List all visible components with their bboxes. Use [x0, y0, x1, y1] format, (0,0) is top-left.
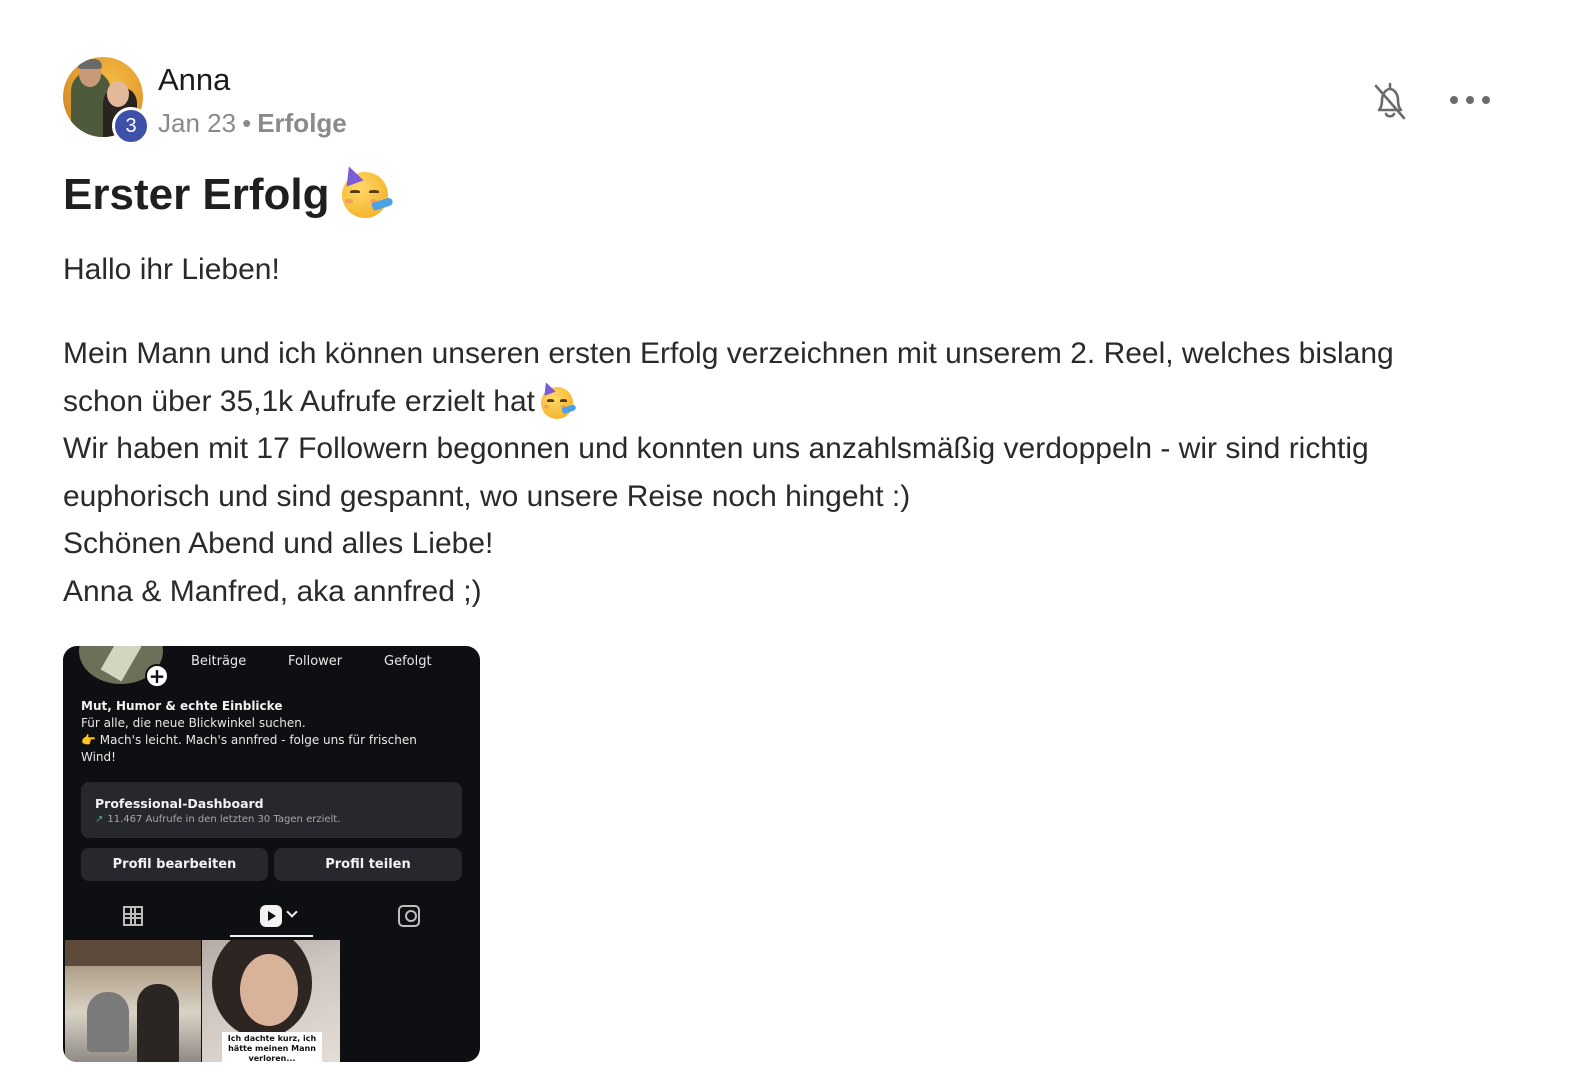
meta-separator: •	[242, 108, 252, 138]
body-line: schon über 35,1k Aufrufe erzielt hat	[63, 384, 535, 418]
ig-stat-followers: Follower	[288, 654, 342, 669]
ig-reel-thumbnail	[65, 940, 201, 1062]
tagged-icon	[398, 905, 420, 927]
body-line: Mein Mann und ich können unseren ersten …	[63, 337, 1394, 370]
author-avatar-group[interactable]: 3	[63, 57, 150, 145]
more-dot	[1466, 96, 1474, 104]
post-date: Jan 23	[158, 108, 237, 138]
attached-image[interactable]: + Beiträge Follower Gefolgt Mut, Humor &…	[63, 646, 480, 1062]
level-badge: 3	[112, 107, 150, 145]
post-category[interactable]: Erfolge	[257, 108, 347, 138]
more-dot	[1482, 96, 1490, 104]
chevron-down-icon	[286, 906, 298, 918]
bell-off-icon[interactable]	[1370, 80, 1410, 122]
author-name[interactable]: Anna	[158, 62, 230, 98]
post-title: Erster Erfolg	[63, 163, 394, 220]
ig-bio-line: 👉 Mach's leicht. Mach's annfred - folge …	[81, 733, 417, 747]
ig-bio-name: Mut, Humor & echte Einblicke	[81, 699, 283, 713]
body-line: euphorisch und sind gespannt, wo unsere …	[63, 479, 911, 513]
ig-dashboard-title: Professional-Dashboard	[95, 796, 264, 811]
ig-dashboard-subtitle: ↗ 11.467 Aufrufe in den letzten 30 Tagen …	[95, 814, 341, 825]
post-card: 3 Anna Jan 23 • Erfolge Erster Erfolg Hall…	[0, 0, 1576, 1091]
ig-thumbnail-caption: Ich dachte kurz, ich hätte meinen Mann v…	[222, 1032, 322, 1062]
post-body: Mein Mann und ich können unseren ersten …	[63, 330, 1503, 615]
ig-active-tab-indicator	[230, 935, 313, 937]
post-title-text: Erster Erfolg	[63, 170, 330, 219]
post-meta: Jan 23 • Erfolge	[158, 108, 347, 139]
ig-bio-line: Wind!	[81, 750, 116, 764]
partying-face-icon	[540, 380, 578, 419]
more-options-icon[interactable]	[1450, 86, 1490, 114]
ig-share-profile-button: Profil teilen	[274, 848, 462, 881]
body-line-with-emoji: schon über 35,1k Aufrufe erzielt hat	[63, 378, 1503, 426]
ig-professional-dashboard: Professional-Dashboard ↗ 11.467 Aufrufe i…	[81, 782, 462, 838]
partying-face-icon	[340, 163, 394, 218]
ig-stat-following: Gefolgt	[384, 654, 432, 669]
reels-icon	[260, 905, 282, 927]
ig-bio-line: Für alle, die neue Blickwinkel suchen.	[81, 716, 306, 730]
grid-icon	[123, 906, 143, 926]
ig-add-story-icon: +	[145, 664, 169, 688]
body-line: Schönen Abend und alles Liebe!	[63, 527, 494, 560]
more-dot	[1450, 96, 1458, 104]
body-line: Anna & Manfred, aka annfred ;)	[63, 574, 482, 608]
ig-stat-posts: Beiträge	[191, 654, 246, 669]
body-line: Wir haben mit 17 Followern begonnen und …	[63, 432, 1369, 465]
trend-arrow-icon: ↗	[95, 814, 104, 825]
ig-reel-thumbnail: Ich dachte kurz, ich hätte meinen Mann v…	[202, 940, 340, 1062]
post-greeting: Hallo ihr Lieben!	[63, 253, 280, 286]
ig-edit-profile-button: Profil bearbeiten	[81, 848, 268, 881]
